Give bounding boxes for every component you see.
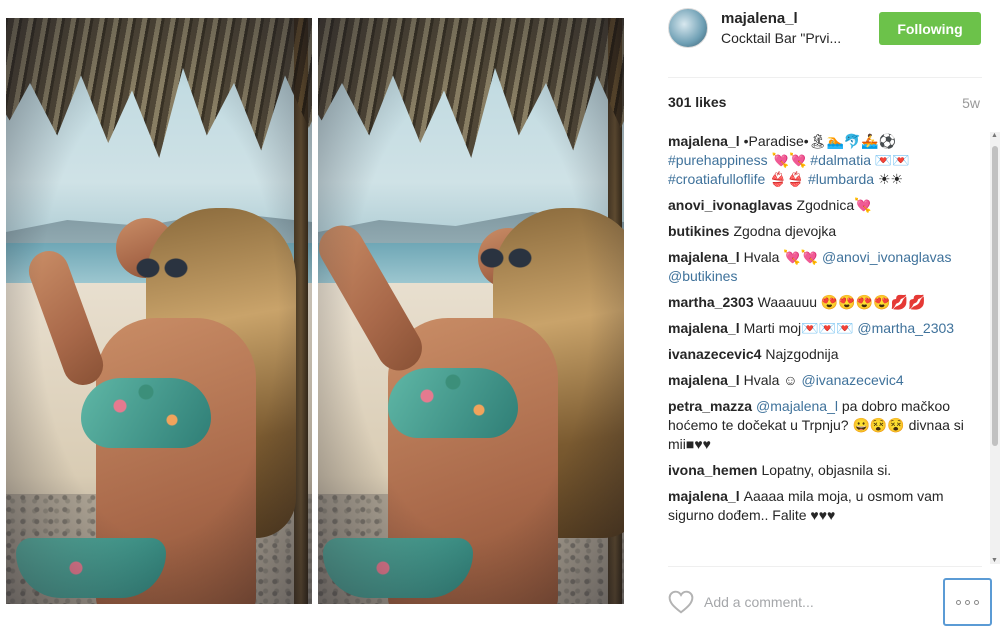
post-photo[interactable] [6,18,624,604]
comment-text: Lopatny, objasnila si. [761,462,892,478]
heart-outline-icon[interactable] [668,590,694,614]
comment-tag-link[interactable]: #dalmatia [810,152,871,168]
comment-text: Najzgodnija [765,346,839,362]
photo-panel-left [6,18,312,604]
more-options-dot [974,599,979,605]
comment-username[interactable]: butikines [668,223,729,239]
comment-item: martha_2303 Waaauuu 😍😍😍😍💋💋 [668,293,986,312]
comment-text: 👙👙 [765,171,808,187]
comment-username[interactable]: martha_2303 [668,294,754,310]
comment-text: 💌💌 [871,152,910,168]
comment-item: majalena_l Hvala ☺ @ivanazecevic4 [668,371,986,390]
more-options-dot [965,599,970,605]
likes-count[interactable]: 301 likes [668,94,726,110]
comment-item: butikines Zgodna djevojka [668,222,986,241]
comment-item: majalena_l Marti moj💌💌💌 @martha_2303 [668,319,986,338]
comment-tag-link[interactable]: #croatiafulloflife [668,171,765,187]
comment-item: ivanazecevic4 Najzgodnija [668,345,986,364]
post-sidebar: majalena_l Cocktail Bar "Prvi... Followi… [650,0,1000,633]
comment-tag-link[interactable]: #purehappiness [668,152,768,168]
comment-username[interactable]: majalena_l [668,133,740,149]
footer-divider [668,566,982,567]
post-header: majalena_l Cocktail Bar "Prvi... Followi… [650,0,1000,62]
comment-item: petra_mazza @majalena_l pa dobro mačkoo h… [668,397,986,454]
comment-item: ivona_hemen Lopatny, objasnila si. [668,461,986,480]
comment-username[interactable]: majalena_l [668,372,740,388]
comment-footer [650,575,1000,633]
following-button[interactable]: Following [879,12,981,45]
comment-item: anovi_ivonaglavas Zgodnica💘 [668,196,986,215]
comments-list: majalena_l •Paradise•🏝🏊🐬🚣⚽ #purehappiness… [668,132,986,564]
comment-username[interactable]: petra_mazza [668,398,752,414]
comment-text: •Paradise•🏝🏊🐬🚣⚽ [743,133,897,149]
post-age[interactable]: 5w [962,95,980,111]
comment-tag-link[interactable]: @anovi_ivonaglavas [822,249,951,265]
comment-text: Marti moj💌💌💌 [743,320,858,336]
comment-text: 💘💘 [767,152,811,168]
more-options-button[interactable] [943,578,992,626]
comment-text: ☀☀ [874,171,904,187]
comment-username[interactable]: majalena_l [668,488,740,504]
comment-tag-link[interactable]: @ivanazecevic4 [801,372,903,388]
photo-panel-right [318,18,624,604]
header-divider [668,77,982,78]
scroll-thumb[interactable] [992,146,998,446]
comment-text: Hvala 💘💘 [743,249,823,265]
add-comment-input[interactable] [704,589,924,615]
comment-username[interactable]: anovi_ivonaglavas [668,197,793,213]
scroll-down-arrow-icon[interactable]: ▼ [991,557,998,564]
comment-tag-link[interactable]: #lumbarda [808,171,874,187]
comment-tag-link[interactable]: @majalena_l [756,398,838,414]
avatar[interactable] [668,8,708,48]
more-options-icon [956,599,961,605]
comment-username[interactable]: ivona_hemen [668,462,757,478]
comment-text: Hvala ☺ [743,372,802,388]
comment-tag-link[interactable]: @martha_2303 [857,320,954,336]
comment-username[interactable]: ivanazecevic4 [668,346,761,362]
comment-item: majalena_l •Paradise•🏝🏊🐬🚣⚽ #purehappiness… [668,132,986,189]
comment-text: Zgodnica💘 [796,197,872,213]
post-username[interactable]: majalena_l [721,10,798,27]
comment-tag-link[interactable]: @butikines [668,268,737,284]
comment-username[interactable]: majalena_l [668,320,740,336]
scroll-up-arrow-icon[interactable]: ▲ [991,132,998,139]
comment-item: majalena_l Aaaaa mila moja, u osmom vam s… [668,487,986,525]
comment-username[interactable]: majalena_l [668,249,740,265]
comments-scrollbar[interactable]: ▲ ▼ [990,132,1000,564]
comment-item: majalena_l Hvala 💘💘 @anovi_ivonaglavas @b… [668,248,986,286]
comment-text: Waaauuu 😍😍😍😍💋💋 [757,294,926,310]
comment-text: Zgodna djevojka [733,223,837,239]
post-location[interactable]: Cocktail Bar "Prvi... [721,30,841,46]
